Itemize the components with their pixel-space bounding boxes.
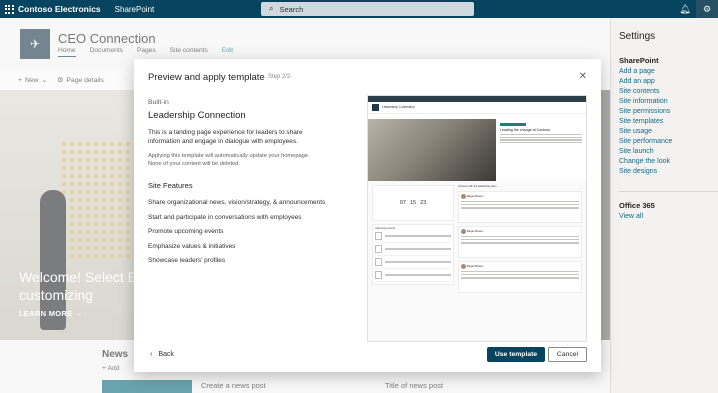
chevron-left-icon: ‹ [150, 351, 153, 358]
preview-conversations-title: Connect with the leadership team [458, 185, 497, 188]
close-icon[interactable]: ✕ [579, 71, 587, 82]
preview-countdown-days: 07 [399, 200, 406, 206]
settings-link-change-look[interactable]: Change the look [619, 157, 718, 167]
feature-item: Emphasize values & initiatives [148, 242, 236, 250]
settings-link-add-page[interactable]: Add a page [619, 67, 718, 77]
preview-post: Megan Bowen [458, 226, 582, 258]
features-title: Site Features [148, 181, 193, 190]
use-template-button[interactable]: Use template [487, 347, 545, 362]
back-button[interactable]: ‹ Back [150, 351, 174, 358]
preview-poster-name: Megan Bowen [466, 265, 484, 269]
settings-link-add-app[interactable]: Add an app [619, 77, 718, 87]
settings-link-site-templates[interactable]: Site templates [619, 117, 718, 127]
preview-body: 07 15 23 Upcoming events Connect with th… [368, 181, 586, 300]
preview-countdown: 07 15 23 [372, 185, 454, 221]
preview-hero: Leading the change at Contoso [368, 119, 586, 181]
suite-bar: Contoso Electronics SharePoint ⌕ Search … [0, 0, 718, 18]
feature-item: Start and participate in conversations w… [148, 213, 302, 221]
settings-link-site-usage[interactable]: Site usage [619, 127, 718, 137]
settings-link-site-permissions[interactable]: Site permissions [619, 107, 718, 117]
suite-right-actions: 🔔︎ ⚙ [674, 0, 718, 18]
gear-icon[interactable]: ⚙ [696, 0, 718, 18]
back-label: Back [158, 351, 174, 358]
search-box[interactable]: ⌕ Search [261, 2, 474, 16]
settings-link-site-contents[interactable]: Site contents [619, 87, 718, 97]
preview-hero-heading: Leading the change at Contoso [500, 128, 550, 132]
brand-name[interactable]: Contoso Electronics [18, 4, 101, 14]
dialog-title: Preview and apply template [148, 72, 265, 83]
sharepoint-section-title: SharePoint [619, 56, 659, 65]
preview-site-title: Leadership Connection [382, 105, 415, 109]
feature-item: Showcase leaders' profiles [148, 257, 226, 264]
preview-right-column: Connect with the leadership team Megan B… [458, 185, 582, 296]
settings-divider [619, 191, 718, 192]
feature-item: Share organizational news, vision/strate… [148, 199, 326, 206]
preview-logo [372, 104, 379, 111]
settings-panel: Settings SharePoint Add a page Add an ap… [610, 18, 718, 393]
preview-header: Leadership Connection [368, 102, 586, 114]
features-list: Share organizational news, vision/strate… [148, 196, 325, 269]
settings-link-view-all[interactable]: View all [619, 212, 718, 222]
sharepoint-links: Add a page Add an app Site contents Site… [619, 67, 718, 177]
preview-poster-name: Megan Bowen [466, 230, 484, 234]
preview-hero-tag [500, 123, 526, 126]
search-placeholder: Search [279, 4, 304, 14]
template-dialog: Preview and apply template Step 2/2 ✕ Bu… [134, 59, 601, 372]
waffle-icon[interactable] [0, 0, 18, 18]
preview-hero-image [368, 119, 496, 181]
template-name: Leadership Connection [148, 110, 246, 121]
cancel-button[interactable]: Cancel [548, 347, 587, 362]
preview-poster-name: Megan Bowen [466, 195, 484, 199]
feature-item: Promote upcoming events [148, 228, 224, 235]
bell-icon[interactable]: 🔔︎ [674, 0, 696, 18]
preview-countdown-hours: 15 [409, 200, 417, 206]
office-links: View all [619, 212, 718, 222]
template-preview: Leadership Connection Leading the change… [367, 95, 587, 342]
template-category: Built-in [148, 99, 169, 106]
settings-link-site-designs[interactable]: Site designs [619, 167, 718, 177]
preview-post: Megan Bowen [458, 261, 582, 293]
search-icon: ⌕ [269, 4, 274, 13]
settings-title: Settings [619, 31, 656, 42]
settings-link-site-performance[interactable]: Site performance [619, 137, 718, 147]
preview-hero-text: Leading the change at Contoso [496, 119, 586, 181]
preview-post: Megan Bowen [458, 191, 582, 223]
app-name[interactable]: SharePoint [115, 5, 155, 14]
settings-link-site-launch[interactable]: Site launch [619, 147, 718, 157]
template-description: This is a landing page experience for le… [148, 129, 303, 145]
preview-events: Upcoming events [372, 224, 454, 285]
template-warning: Applying this template will automaticall… [148, 153, 310, 167]
settings-link-site-information[interactable]: Site information [619, 97, 718, 107]
office-section-title: Office 365 [619, 201, 655, 210]
dialog-step: Step 2/2 [268, 74, 291, 80]
preview-countdown-minutes: 23 [420, 200, 427, 206]
preview-left-column: 07 15 23 Upcoming events [372, 185, 454, 296]
